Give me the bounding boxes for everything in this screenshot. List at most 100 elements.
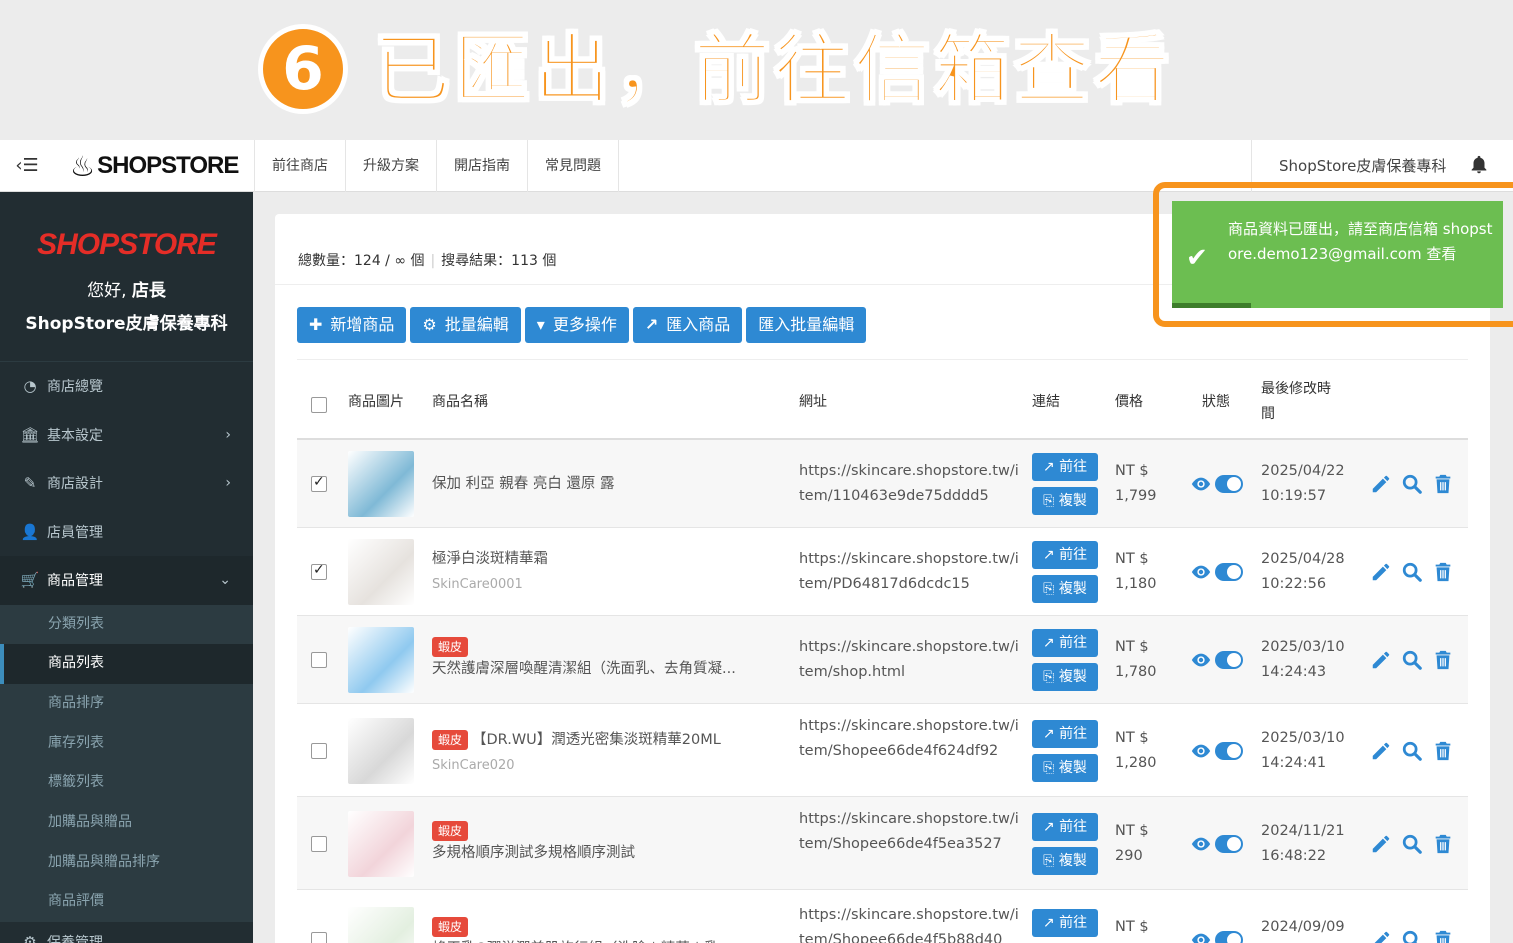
export-success-toast[interactable]: ✔ 商品資料已匯出，請至商店信箱 shopstore.demo123@gmail… <box>1172 201 1503 308</box>
price-currency: NT $ <box>1115 729 1149 746</box>
pencil-icon[interactable] <box>1370 473 1392 495</box>
pencil-icon[interactable] <box>1370 833 1392 855</box>
row-checkbox[interactable] <box>311 932 327 943</box>
chevron-right-icon: › <box>225 475 231 491</box>
product-name-cell[interactable]: 蝦皮 多規格順序測試多規格順序測試 <box>432 820 772 864</box>
row-checkbox[interactable] <box>311 835 327 852</box>
submenu-tag-list[interactable]: 標籤列表 <box>0 763 253 803</box>
copy-link-button[interactable]: ⎘ 複製 <box>1032 575 1098 603</box>
pencil-icon[interactable] <box>1370 649 1392 671</box>
sidebar-item-next[interactable]: ⚙ 保養管理 <box>0 922 253 943</box>
nav-link-faq[interactable]: 常見問題 <box>528 140 619 192</box>
product-name-cell[interactable]: 蝦皮 天然護膚深層喚醒清潔組（洗面乳、去角質凝... <box>432 636 772 680</box>
submenu-addon-gift-sort[interactable]: 加購品與贈品排序 <box>0 843 253 883</box>
pencil-icon[interactable] <box>1370 929 1392 943</box>
total-count: 總數量：124 / ∞ 個 <box>298 253 425 269</box>
sidebar-item-staff[interactable]: 👤 店員管理 <box>0 508 253 557</box>
pencil-icon[interactable] <box>1370 561 1392 583</box>
modified-date: 2025/04/22 <box>1261 463 1345 479</box>
publish-toggle[interactable] <box>1215 651 1243 669</box>
trash-icon[interactable] <box>1432 740 1454 762</box>
bulk-edit-button[interactable]: ⚙ 批量編輯 <box>410 307 521 343</box>
table-header: 商品圖片 商品名稱 網址 連結 價格 狀態 最後修改時間 <box>297 364 1468 440</box>
row-checkbox[interactable] <box>311 652 327 668</box>
search-icon[interactable] <box>1401 473 1423 495</box>
status-cell <box>1190 562 1244 582</box>
price-cell: NT $ 1,180 <box>1115 547 1157 597</box>
copy-link-button[interactable]: ⎘ 複製 <box>1032 846 1098 875</box>
trash-icon[interactable] <box>1432 473 1454 495</box>
bell-icon[interactable] <box>1468 154 1490 176</box>
import-bulk-edit-button[interactable]: 匯入批量編輯 <box>746 307 867 343</box>
publish-toggle[interactable] <box>1215 563 1243 581</box>
more-actions-button[interactable]: ▾ 更多操作 <box>524 307 629 343</box>
trash-icon[interactable] <box>1432 561 1454 583</box>
nav-link-visit-store[interactable]: 前往商店 <box>255 140 346 192</box>
row-checkbox[interactable] <box>311 562 327 580</box>
search-icon[interactable] <box>1401 833 1423 855</box>
sidebar-item-products[interactable]: 🛒 商品管理 ⌄ <box>0 556 253 605</box>
import-products-button[interactable]: ↗ 匯入商品 <box>632 307 743 343</box>
publish-toggle[interactable] <box>1215 931 1243 943</box>
gear-icon: ⚙ <box>23 933 37 943</box>
submenu-category-list[interactable]: 分類列表 <box>0 605 253 645</box>
external-link-icon: ↗ <box>1042 547 1060 563</box>
product-name-cell[interactable]: 極淨白淡斑精華霜 SkinCare0001 <box>432 548 772 596</box>
go-link-button[interactable]: ↗ 前往 <box>1032 719 1098 748</box>
eye-icon[interactable] <box>1190 743 1212 759</box>
product-name-cell[interactable]: 蝦皮 【DR.WU】潤透光密集淡斑精華20ML SkinCare020 <box>432 729 772 777</box>
publish-toggle[interactable] <box>1215 475 1243 493</box>
dashboard-icon: ◔ <box>23 377 37 395</box>
price-cell: NT $ 1,780 <box>1115 635 1157 685</box>
search-icon[interactable] <box>1401 649 1423 671</box>
row-checkbox[interactable] <box>311 474 327 492</box>
go-link-button[interactable]: ↗ 前往 <box>1032 453 1098 481</box>
go-link-button[interactable]: ↗ 前往 <box>1032 629 1098 657</box>
shopee-tag: 蝦皮 <box>432 637 469 657</box>
sidebar-toggle-button[interactable]: ‹☰ <box>0 140 54 192</box>
submenu-product-list[interactable]: 商品列表 <box>0 644 253 684</box>
row-checkbox[interactable] <box>311 742 327 759</box>
product-name-cell[interactable]: 蝦皮蜂王乳Q彈滋潤美肌旅行組（洗臉＋精華＋乳... <box>432 916 772 943</box>
add-product-button[interactable]: ✚ 新增商品 <box>297 307 407 343</box>
copy-link-button[interactable]: ⎘ 複製 <box>1032 487 1098 515</box>
eye-icon[interactable] <box>1190 932 1212 943</box>
select-all-checkbox[interactable] <box>311 397 327 413</box>
sidebar-item-overview[interactable]: ◔ 商店總覽 <box>0 362 253 411</box>
go-link-button[interactable]: ↗ 前往 <box>1032 812 1098 841</box>
publish-toggle[interactable] <box>1215 741 1243 760</box>
trash-icon[interactable] <box>1432 649 1454 671</box>
copy-link-button[interactable]: ⎘ 複製 <box>1032 753 1098 782</box>
product-thumbnail <box>348 627 414 693</box>
shopstore-logo[interactable]: ♨ SHOPSTORE <box>70 148 239 184</box>
go-link-button[interactable]: ↗ 前往 <box>1032 909 1098 937</box>
col-header-price: 價格 <box>1115 393 1143 410</box>
copy-link-button[interactable]: ⎘ 複製 <box>1032 663 1098 691</box>
submenu-product-sort[interactable]: 商品排序 <box>0 684 253 724</box>
submenu-inventory-list[interactable]: 庫存列表 <box>0 724 253 764</box>
submenu-product-reviews[interactable]: 商品評價 <box>0 882 253 922</box>
pencil-icon[interactable] <box>1370 740 1392 762</box>
publish-toggle[interactable] <box>1215 834 1243 853</box>
trash-icon[interactable] <box>1432 833 1454 855</box>
shopee-tag: 蝦皮 <box>432 820 469 841</box>
status-cell <box>1190 650 1244 670</box>
search-icon[interactable] <box>1401 561 1423 583</box>
eye-icon[interactable] <box>1190 836 1212 852</box>
eye-icon[interactable] <box>1190 652 1212 668</box>
price-currency: NT $ <box>1115 919 1149 935</box>
go-link-button[interactable]: ↗ 前往 <box>1032 541 1098 569</box>
price-value: 1,780 <box>1115 664 1157 680</box>
eye-icon[interactable] <box>1190 564 1212 580</box>
trash-icon[interactable] <box>1432 929 1454 943</box>
search-icon[interactable] <box>1401 740 1423 762</box>
sidebar-item-store-design[interactable]: ✎ 商店設計 › <box>0 459 253 508</box>
nav-link-upgrade[interactable]: 升級方案 <box>346 140 437 192</box>
submenu-addon-gift[interactable]: 加購品與贈品 <box>0 803 253 843</box>
eye-icon[interactable] <box>1190 476 1212 492</box>
sidebar-item-basic-settings[interactable]: 🏛 基本設定 › <box>0 411 253 460</box>
search-icon[interactable] <box>1401 929 1423 943</box>
nav-link-guide[interactable]: 開店指南 <box>437 140 528 192</box>
product-name-cell[interactable]: 保加 利亞 親春 亮白 還原 露 <box>432 473 772 495</box>
product-url: https://skincare.shopstore.tw/item/11046… <box>799 463 1019 504</box>
